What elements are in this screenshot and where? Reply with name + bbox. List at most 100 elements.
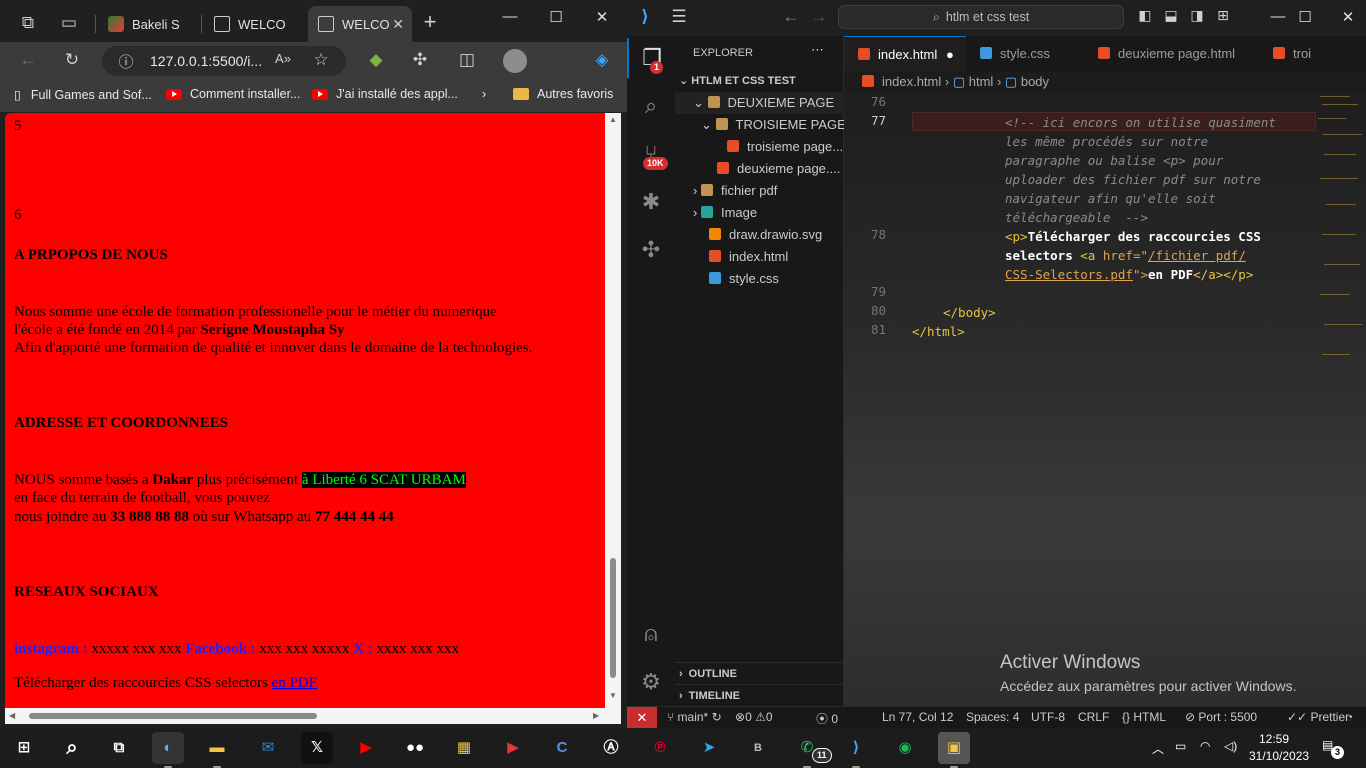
tree-file-troisieme-page[interactable]: troisieme page... xyxy=(675,136,844,158)
workspace-header[interactable]: ⌄ HTLM ET CSS TEST xyxy=(675,70,844,92)
horizontal-scroll-thumb[interactable] xyxy=(29,713,317,719)
back-icon[interactable]: ← xyxy=(14,50,42,70)
status-ports[interactable]: ⦿ 0 xyxy=(816,710,838,727)
download-manager-icon[interactable]: ▦ xyxy=(448,732,480,764)
extensions-puzzle-icon[interactable]: ✣ xyxy=(408,50,432,70)
close-tab-icon[interactable]: ✕ xyxy=(392,16,404,33)
info-icon[interactable]: ⓘ xyxy=(116,51,136,72)
menu-hamburger-icon[interactable]: ☰ xyxy=(669,7,689,27)
status-branch[interactable]: ⑂ main* ↻ xyxy=(667,710,722,724)
nav-forward-icon[interactable]: → xyxy=(809,7,829,27)
breadcrumb-html[interactable]: html xyxy=(969,74,994,89)
file-explorer-icon[interactable]: ▬ xyxy=(201,732,233,768)
close-window-icon[interactable]: ✕ xyxy=(582,8,622,26)
app-store-icon[interactable]: Ⓐ xyxy=(595,732,627,764)
accounts-icon[interactable]: ⍝ xyxy=(627,614,675,654)
close-window-icon[interactable]: ✕ xyxy=(1328,8,1366,26)
favorite-other-folder[interactable]: Autres favoris xyxy=(513,87,613,101)
tree-file-index[interactable]: index.html xyxy=(675,246,844,268)
address-bar[interactable]: ⓘ 127.0.0.1:5500/i... A» ☆ xyxy=(102,46,346,76)
breadcrumb-file[interactable]: index.html xyxy=(882,74,941,89)
scroll-right-arrow-icon[interactable]: ▶ xyxy=(593,711,599,720)
nav-back-icon[interactable]: ← xyxy=(781,7,801,27)
vscode-taskbar-icon[interactable]: ⟩ xyxy=(840,732,872,768)
task-view-icon[interactable]: ⧉ xyxy=(103,732,135,764)
profile-avatar-icon[interactable] xyxy=(503,49,527,73)
vertical-scroll-thumb[interactable] xyxy=(610,558,616,678)
run-debug-icon[interactable]: ✱ xyxy=(627,182,675,222)
wifi-icon[interactable]: ◠ xyxy=(1200,739,1210,753)
toggle-sidebar-icon[interactable]: ◧ xyxy=(1135,7,1155,24)
editor-tab-style[interactable]: style.css xyxy=(966,36,1084,71)
tree-folder-deuxieme-page[interactable]: ⌄ DEUXIEME PAGE xyxy=(675,92,844,114)
tree-file-deuxieme-page[interactable]: deuxieme page.... xyxy=(675,158,844,180)
status-encoding[interactable]: UTF-8 xyxy=(1031,710,1065,724)
media-player-icon[interactable]: ▶ xyxy=(497,732,529,764)
windows-start-icon[interactable]: ⊞ xyxy=(8,732,40,764)
status-prettier[interactable]: ✓✓ Prettier xyxy=(1287,710,1349,724)
minimize-icon[interactable]: — xyxy=(490,8,530,25)
status-problems[interactable]: ⊗0 ⚠0 xyxy=(735,710,773,724)
status-cursor-position[interactable]: Ln 77, Col 12 xyxy=(882,710,953,724)
show-hidden-icons-chevron-icon[interactable]: ︿ xyxy=(1152,740,1164,757)
timeline-section[interactable]: › TIMELINE xyxy=(675,684,844,706)
scroll-up-arrow-icon[interactable]: ▲ xyxy=(609,115,617,124)
outline-section[interactable]: › OUTLINE xyxy=(675,662,844,684)
tree-folder-image[interactable]: › Image xyxy=(675,202,844,224)
scroll-left-arrow-icon[interactable]: ◀ xyxy=(9,711,15,720)
tree-file-drawio[interactable]: draw.drawio.svg xyxy=(675,224,844,246)
mail-icon[interactable]: ✉ xyxy=(252,732,284,764)
customize-layout-icon[interactable]: ⊞ xyxy=(1213,7,1233,24)
scroll-down-arrow-icon[interactable]: ▼ xyxy=(609,691,617,700)
notifications-bell-icon[interactable]: ◔ xyxy=(1346,710,1353,724)
status-eol[interactable]: CRLF xyxy=(1078,710,1109,724)
search-icon[interactable]: ⌕ xyxy=(627,86,675,126)
pinterest-icon[interactable]: ℗ xyxy=(644,732,676,764)
edge-icon[interactable]: ◐ xyxy=(152,732,184,768)
tree-file-style[interactable]: style.css xyxy=(675,268,844,290)
medium-icon[interactable]: ●● xyxy=(399,732,431,764)
tree-folder-fichier-pdf[interactable]: › fichier pdf xyxy=(675,180,844,202)
search-icon[interactable]: ⌕ xyxy=(56,732,88,764)
breadcrumb-body[interactable]: body xyxy=(1021,74,1049,89)
tab-actions-icon[interactable]: ▭ xyxy=(55,13,83,33)
youtube-icon[interactable]: ▶ xyxy=(350,732,382,764)
editor-tab-troisieme[interactable]: troi xyxy=(1259,36,1366,71)
x-app-icon[interactable]: 𝕏 xyxy=(301,732,333,764)
maximize-icon[interactable]: ☐ xyxy=(536,8,576,26)
minimap[interactable] xyxy=(1314,94,1364,384)
battery-icon[interactable]: ▭ xyxy=(1175,739,1186,753)
browser-tab-bakeli[interactable]: Bakeli S xyxy=(98,6,198,42)
unsaved-dot-icon[interactable]: ● xyxy=(946,37,954,72)
status-live-server-port[interactable]: ⊘ Port : 5500 xyxy=(1185,710,1257,724)
media-center-icon[interactable]: ▣ xyxy=(938,732,970,768)
pdf-download-link[interactable]: en PDF xyxy=(272,675,317,691)
favorite-jai-installe[interactable]: J'ai installé des appl... xyxy=(312,87,458,101)
editor-tab-deuxieme[interactable]: deuxieme page.html xyxy=(1084,36,1259,71)
bakeli-app-icon[interactable]: B xyxy=(742,732,774,764)
refresh-icon[interactable]: ↻ xyxy=(58,50,86,70)
favorite-comment-installer[interactable]: Comment installer... xyxy=(166,87,300,101)
extension-icon[interactable]: ◆ xyxy=(364,50,388,70)
extensions-icon[interactable]: ✣ xyxy=(627,230,675,270)
favorite-full-games[interactable]: ▯ Full Games and Sof... xyxy=(14,87,152,103)
page-horizontal-scrollbar[interactable]: ◀ ▶ xyxy=(5,708,621,724)
volume-icon[interactable]: ◁) xyxy=(1224,739,1237,753)
split-screen-icon[interactable]: ◫ xyxy=(455,50,479,70)
explorer-more-icon[interactable]: ⋯ xyxy=(811,42,824,58)
tree-folder-troisieme-page[interactable]: ⌄ TROISIEME PAGE xyxy=(675,114,844,136)
toggle-secondary-sidebar-icon[interactable]: ◨ xyxy=(1187,7,1207,24)
page-vertical-scrollbar[interactable]: ▲ ▼ xyxy=(605,113,621,708)
spotify-icon[interactable]: ◉ xyxy=(889,732,921,764)
new-tab-button[interactable]: + xyxy=(416,9,444,35)
favorite-star-icon[interactable]: ☆ xyxy=(310,50,332,70)
settings-gear-icon[interactable]: ⚙ xyxy=(627,662,675,702)
maximize-icon[interactable]: ☐ xyxy=(1285,8,1325,26)
command-center-search[interactable]: ⌕ htlm et css test xyxy=(838,5,1124,29)
browser-tab-welcome-2[interactable]: WELCO ✕ xyxy=(308,6,412,42)
status-language[interactable]: {} HTML xyxy=(1122,710,1166,724)
favorites-overflow-chevron-icon[interactable]: › xyxy=(482,87,486,101)
read-aloud-icon[interactable]: A» xyxy=(272,51,294,66)
remote-indicator-icon[interactable]: ✕ xyxy=(627,707,657,729)
telegram-icon[interactable]: ➤ xyxy=(693,732,725,764)
